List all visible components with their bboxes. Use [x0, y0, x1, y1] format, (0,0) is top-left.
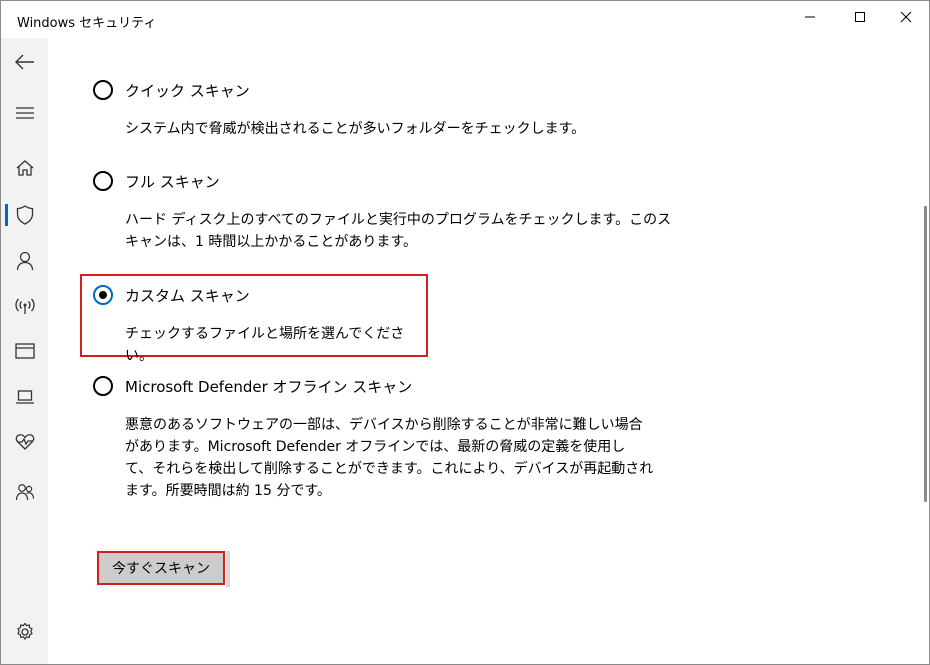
window-title: Windows セキュリティ	[17, 16, 157, 31]
minimize-icon	[805, 16, 815, 18]
full-scan-description-line: キャンは、1 時間以上かかることがあります。	[125, 234, 417, 250]
minimize-button[interactable]	[787, 1, 833, 33]
sidebar-item-app-browser[interactable]	[1, 331, 48, 371]
full-scan-description-line: ハード ディスク上のすべてのファイルと実行中のプログラムをチェックします。このス	[125, 212, 672, 228]
sidebar-item-device-health[interactable]	[1, 422, 48, 462]
offline-scan-description-line: て、それらを検出して削除することができます。これにより、デバイスが再起動され	[125, 461, 654, 477]
maximize-icon	[855, 12, 865, 22]
scan-options-panel: クイック スキャン システム内で脅威が検出されることが多いフォルダーをチェックし…	[48, 38, 929, 664]
home-icon	[16, 160, 33, 176]
custom-scan-description: チェックするファイルと場所を選んでください。	[125, 326, 405, 364]
scrollbar-thumb[interactable]	[924, 206, 927, 502]
sidebar-item-virus-protection[interactable]	[1, 195, 48, 235]
menu-button[interactable]	[1, 93, 48, 133]
sidebar-item-network[interactable]	[1, 286, 48, 326]
app-window: Windows セキュリティ クイック スキャン システム内で脅威が検出されるこ…	[0, 0, 930, 665]
network-icon	[14, 298, 35, 314]
sidebar-item-settings[interactable]	[1, 612, 48, 652]
person-icon	[16, 251, 33, 271]
custom-scan-radio[interactable]	[93, 285, 113, 305]
full-scan-radio[interactable]	[93, 171, 113, 191]
app-browser-icon	[14, 343, 35, 359]
sidebar-item-device-security[interactable]	[1, 377, 48, 417]
shield-icon	[16, 205, 33, 225]
back-button[interactable]	[1, 42, 48, 82]
offline-scan-description-line: があります。Microsoft Defender オフラインでは、最新の脅威の定…	[125, 439, 626, 455]
offline-scan-description: 悪意のあるソフトウェアの一部は、デバイスから削除することが非常に難しい場合 があ…	[125, 414, 685, 502]
offline-scan-description-line: ます。所要時間は約 15 分です。	[125, 483, 331, 499]
navigation-sidebar	[1, 38, 48, 664]
gear-icon	[16, 622, 33, 641]
close-button[interactable]	[883, 1, 929, 33]
laptop-icon	[15, 390, 34, 404]
sidebar-item-home[interactable]	[1, 148, 48, 188]
custom-scan-label[interactable]: カスタム スキャン	[125, 285, 250, 306]
maximize-button[interactable]	[837, 1, 883, 33]
full-scan-label[interactable]: フル スキャン	[125, 171, 220, 192]
quick-scan-radio[interactable]	[93, 80, 113, 100]
full-scan-description: ハード ディスク上のすべてのファイルと実行中のプログラムをチェックします。このス…	[125, 209, 685, 253]
back-arrow-icon	[14, 54, 34, 70]
quick-scan-description: システム内で脅威が検出されることが多いフォルダーをチェックします。	[125, 121, 586, 137]
title-bar: Windows セキュリティ	[1, 1, 929, 38]
sidebar-item-family[interactable]	[1, 472, 48, 512]
offline-scan-label[interactable]: Microsoft Defender オフライン スキャン	[125, 376, 412, 397]
family-icon	[15, 484, 34, 501]
sidebar-item-account[interactable]	[1, 241, 48, 281]
offline-scan-radio[interactable]	[93, 376, 113, 396]
scan-now-button[interactable]: 今すぐスキャン	[97, 551, 225, 585]
offline-scan-description-line: 悪意のあるソフトウェアの一部は、デバイスから削除することが非常に難しい場合	[125, 417, 643, 433]
scan-button-shadow	[226, 551, 230, 587]
heart-pulse-icon	[15, 434, 34, 450]
close-icon	[900, 11, 912, 23]
quick-scan-label[interactable]: クイック スキャン	[125, 80, 250, 101]
hamburger-menu-icon	[15, 107, 34, 119]
